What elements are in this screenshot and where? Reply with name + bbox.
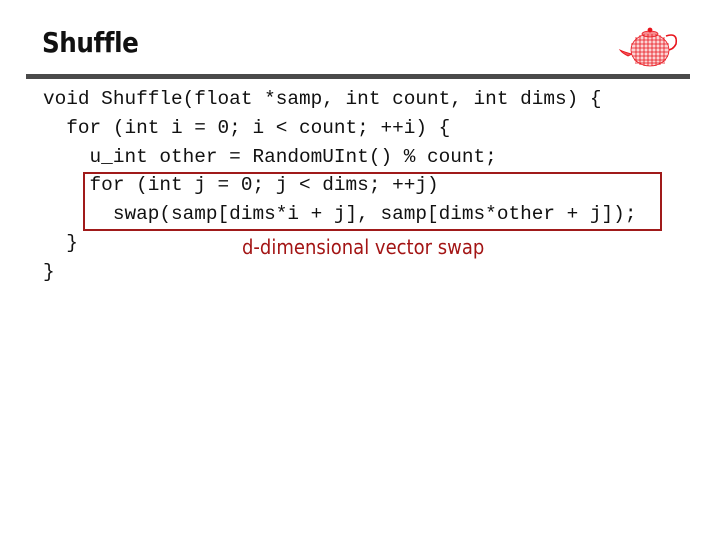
code-line: u_int other = RandomUInt() % count;	[43, 145, 497, 168]
annotation-label: d-dimensional vector swap	[242, 235, 485, 259]
code-line: for (int i = 0; i < count; ++i) {	[43, 116, 451, 139]
slide-title: Shuffle	[42, 26, 139, 59]
title-divider	[26, 74, 690, 79]
highlight-box	[83, 172, 662, 231]
teapot-wireframe-icon	[618, 27, 678, 67]
code-line: }	[43, 260, 55, 283]
code-line: void Shuffle(float *samp, int count, int…	[43, 88, 602, 110]
